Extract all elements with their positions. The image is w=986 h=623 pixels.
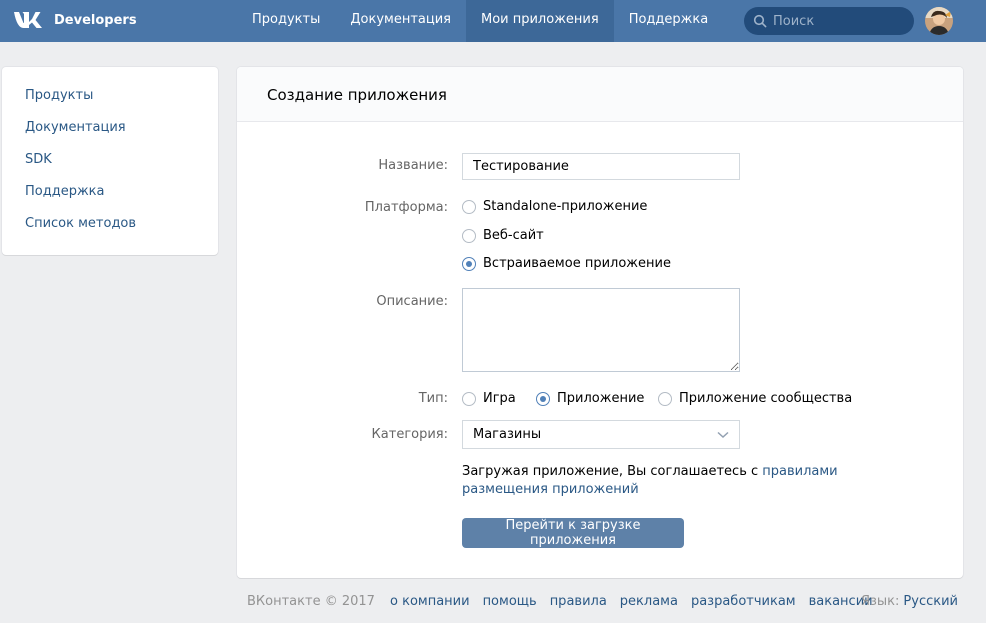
avatar[interactable] <box>925 7 953 35</box>
type-label: Тип: <box>418 391 448 406</box>
sidebar-item-sdk[interactable]: SDK <box>2 149 218 181</box>
type-game-radio[interactable]: Игра <box>462 391 516 406</box>
search-icon <box>753 14 767 28</box>
create-app-card: Создание приложения Название: Платформа:… <box>237 67 963 578</box>
radio-label: Игра <box>483 391 516 406</box>
search-input[interactable] <box>773 13 903 29</box>
brand-name: Developers <box>54 12 137 28</box>
nav-documentation[interactable]: Документация <box>335 0 466 42</box>
sidebar-item-documentation[interactable]: Документация <box>2 117 218 149</box>
nav-my-apps[interactable]: Мои приложения <box>465 0 614 42</box>
sidebar-item-methods-list[interactable]: Список методов <box>2 213 218 245</box>
footer-link-rules[interactable]: правила <box>550 594 607 609</box>
proceed-to-upload-button[interactable]: Перейти к загрузке приложения <box>462 518 684 548</box>
radio-label: Приложение <box>557 391 645 406</box>
radio-circle[interactable] <box>658 391 672 406</box>
sidebar-item-products[interactable]: Продукты <box>2 85 218 117</box>
platform-label: Платформа: <box>364 200 448 215</box>
radio-label: Приложение сообщества <box>679 391 853 406</box>
footer-link-developers[interactable]: разработчикам <box>691 594 796 609</box>
radio-label: Встраиваемое приложение <box>483 256 671 271</box>
category-selected-value: Магазины <box>473 427 542 442</box>
radio-label: Standalone-приложение <box>483 199 648 214</box>
footer-copyright: ВКонтакте © 2017 <box>247 594 375 609</box>
search-box[interactable] <box>744 7 914 35</box>
chevron-down-icon <box>717 431 729 438</box>
footer-link-about[interactable]: о компании <box>390 594 470 609</box>
category-label: Категория: <box>371 427 448 442</box>
radio-circle-checked[interactable] <box>462 256 476 271</box>
vk-logo-icon <box>14 12 42 28</box>
footer-links: о компании помощь правила реклама разраб… <box>390 594 886 609</box>
agreement-prefix: Загружая приложение, Вы соглашаетесь с <box>462 464 763 479</box>
language-label: Язык: <box>860 594 900 609</box>
footer-link-help[interactable]: помощь <box>483 594 537 609</box>
agreement-text: Загружая приложение, Вы соглашаетесь с п… <box>462 463 892 499</box>
page-title: Создание приложения <box>237 67 963 122</box>
footer-language: Язык: Русский <box>861 594 958 609</box>
sidebar-menu: Продукты Документация SDK Поддержка Спис… <box>2 67 218 255</box>
logo[interactable]: Developers <box>12 9 137 31</box>
footer-link-ads[interactable]: реклама <box>620 594 678 609</box>
platform-website-radio[interactable]: Веб-сайт <box>462 228 544 243</box>
name-label: Название: <box>378 158 448 173</box>
main-nav: Продукты Документация Мои приложения Под… <box>237 0 723 42</box>
nav-products[interactable]: Продукты <box>237 0 335 42</box>
nav-support[interactable]: Поддержка <box>614 0 724 42</box>
description-label: Описание: <box>376 294 448 309</box>
platform-standalone-radio[interactable]: Standalone-приложение <box>462 199 647 214</box>
category-select[interactable]: Магазины <box>462 420 740 449</box>
top-bar: Developers Продукты Документация Мои при… <box>0 0 986 42</box>
platform-embedded-radio[interactable]: Встраиваемое приложение <box>462 256 671 271</box>
type-app-radio[interactable]: Приложение <box>536 391 644 406</box>
radio-circle-checked[interactable] <box>536 391 550 406</box>
radio-label: Веб-сайт <box>483 228 544 243</box>
radio-circle[interactable] <box>462 199 476 214</box>
user-avatar-icon <box>925 7 953 35</box>
type-community-app-radio[interactable]: Приложение сообщества <box>658 391 852 406</box>
app-name-input[interactable] <box>462 153 740 180</box>
sidebar-item-support[interactable]: Поддержка <box>2 181 218 213</box>
language-switch-link[interactable]: Русский <box>903 594 958 609</box>
description-textarea[interactable] <box>462 288 740 372</box>
radio-circle[interactable] <box>462 391 476 406</box>
radio-circle[interactable] <box>462 228 476 243</box>
